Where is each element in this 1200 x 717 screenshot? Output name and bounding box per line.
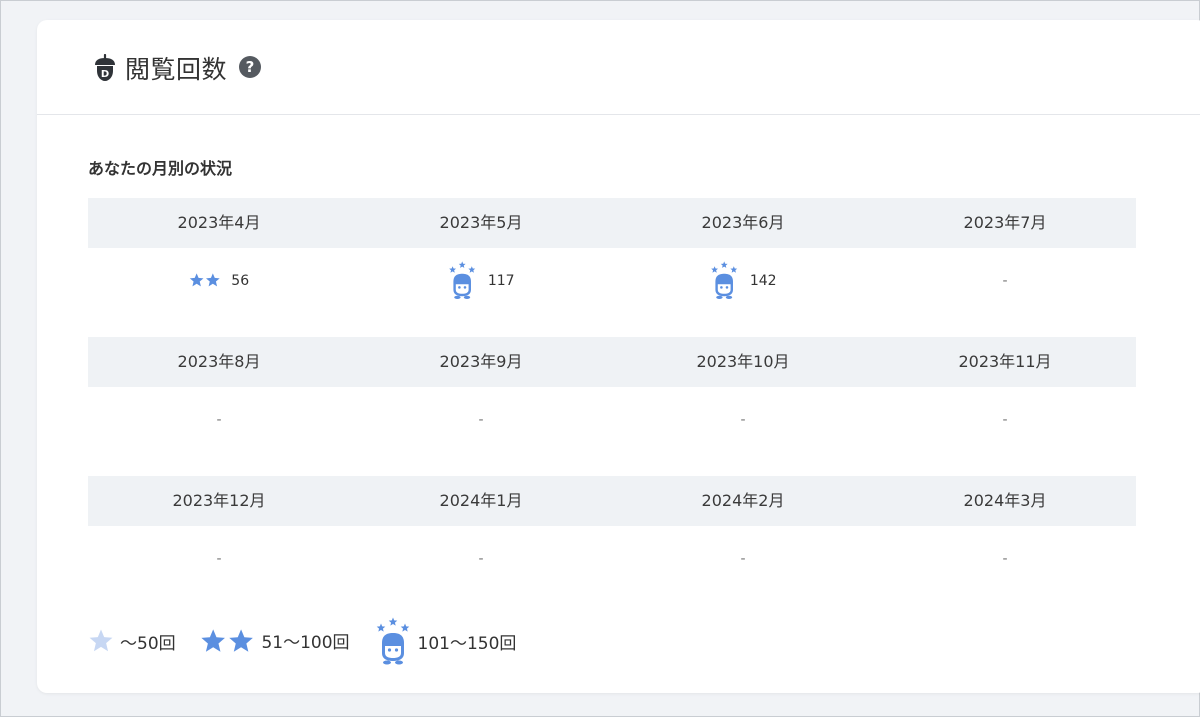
view-count: - bbox=[216, 411, 222, 428]
view-count: 56 bbox=[231, 272, 250, 289]
month-values-row: ---- bbox=[88, 387, 1136, 452]
month-header-row: 2023年4月 2023年5月 2023年6月 2023年7月 bbox=[88, 198, 1136, 248]
view-count: - bbox=[740, 411, 746, 428]
legend-item: 101～150回 bbox=[374, 617, 517, 665]
month-row: 2023年8月 2023年9月 2023年10月 2023年11月 - - - - bbox=[88, 337, 1136, 476]
card-header: D 閲覧回数 ? bbox=[37, 20, 1200, 115]
mascot-badge-icon bbox=[374, 617, 412, 665]
mascot-badge-icon bbox=[709, 261, 739, 300]
month-value-cell: 142 bbox=[612, 248, 874, 313]
legend-label: 51～100回 bbox=[261, 633, 350, 654]
month-value-cell: - bbox=[88, 387, 350, 452]
mascot-badge-icon bbox=[447, 261, 477, 300]
badge-legend: ～50回 51～100回 101～150回 bbox=[88, 616, 540, 666]
month-label: 2024年1月 bbox=[439, 491, 523, 510]
month-label: 2023年7月 bbox=[963, 213, 1047, 232]
month-label: 2024年2月 bbox=[701, 491, 785, 510]
month-value-cell: - bbox=[350, 526, 612, 591]
view-count: - bbox=[478, 411, 484, 428]
month-label: 2023年6月 bbox=[701, 213, 785, 232]
month-values-row: 56 117 142 - bbox=[88, 248, 1136, 313]
month-label: 2023年9月 bbox=[439, 352, 523, 371]
month-value-cell: - bbox=[612, 526, 874, 591]
view-count: - bbox=[740, 550, 746, 567]
svg-text:D: D bbox=[101, 69, 109, 80]
view-count: - bbox=[216, 550, 222, 567]
legend-item: 51～100回 bbox=[200, 627, 350, 655]
legend-label: ～50回 bbox=[120, 633, 176, 654]
two-stars-icon bbox=[189, 272, 221, 288]
month-label: 2024年3月 bbox=[963, 491, 1047, 510]
month-values-row: ---- bbox=[88, 526, 1136, 591]
month-value-cell: - bbox=[874, 387, 1136, 452]
legend-label: 101～150回 bbox=[417, 633, 517, 654]
monthly-grid: 2023年4月 2023年5月 2023年6月 2023年7月 56 117 142-2… bbox=[88, 198, 1136, 615]
month-value-cell: - bbox=[612, 387, 874, 452]
month-value-cell: - bbox=[88, 526, 350, 591]
legend-item: ～50回 bbox=[88, 628, 176, 654]
month-label: 2023年5月 bbox=[439, 213, 523, 232]
month-label: 2023年12月 bbox=[172, 491, 266, 510]
month-label: 2023年8月 bbox=[177, 352, 261, 371]
view-count: - bbox=[1002, 550, 1008, 567]
acorn-logo-icon: D bbox=[94, 54, 116, 82]
month-header-row: 2023年12月 2024年1月 2024年2月 2024年3月 bbox=[88, 476, 1136, 526]
view-count: 142 bbox=[749, 272, 777, 289]
month-value-cell: 117 bbox=[350, 248, 612, 313]
view-count: - bbox=[1002, 272, 1008, 289]
help-icon[interactable]: ? bbox=[239, 56, 261, 78]
month-value-cell: - bbox=[874, 248, 1136, 313]
light-star-icon bbox=[88, 628, 114, 654]
view-count: 117 bbox=[487, 272, 515, 289]
view-count: - bbox=[1002, 411, 1008, 428]
section-title: あなたの月別の状況 bbox=[88, 159, 233, 178]
month-header-row: 2023年8月 2023年9月 2023年10月 2023年11月 bbox=[88, 337, 1136, 387]
page-title: 閲覧回数 bbox=[125, 55, 228, 84]
month-row: 2023年4月 2023年5月 2023年6月 2023年7月 56 117 142 - bbox=[88, 198, 1136, 337]
month-label: 2023年4月 bbox=[177, 213, 261, 232]
month-label: 2023年11月 bbox=[958, 352, 1052, 371]
views-card: D 閲覧回数 ? あなたの月別の状況 2023年4月 2023年5月 2023年6月… bbox=[37, 20, 1200, 693]
month-row: 2023年12月 2024年1月 2024年2月 2024年3月 - - - - bbox=[88, 476, 1136, 615]
month-label: 2023年10月 bbox=[696, 352, 790, 371]
month-value-cell: 56 bbox=[88, 248, 350, 313]
two-stars-icon bbox=[200, 627, 256, 655]
month-value-cell: - bbox=[350, 387, 612, 452]
month-value-cell: - bbox=[874, 526, 1136, 591]
view-count: - bbox=[478, 550, 484, 567]
